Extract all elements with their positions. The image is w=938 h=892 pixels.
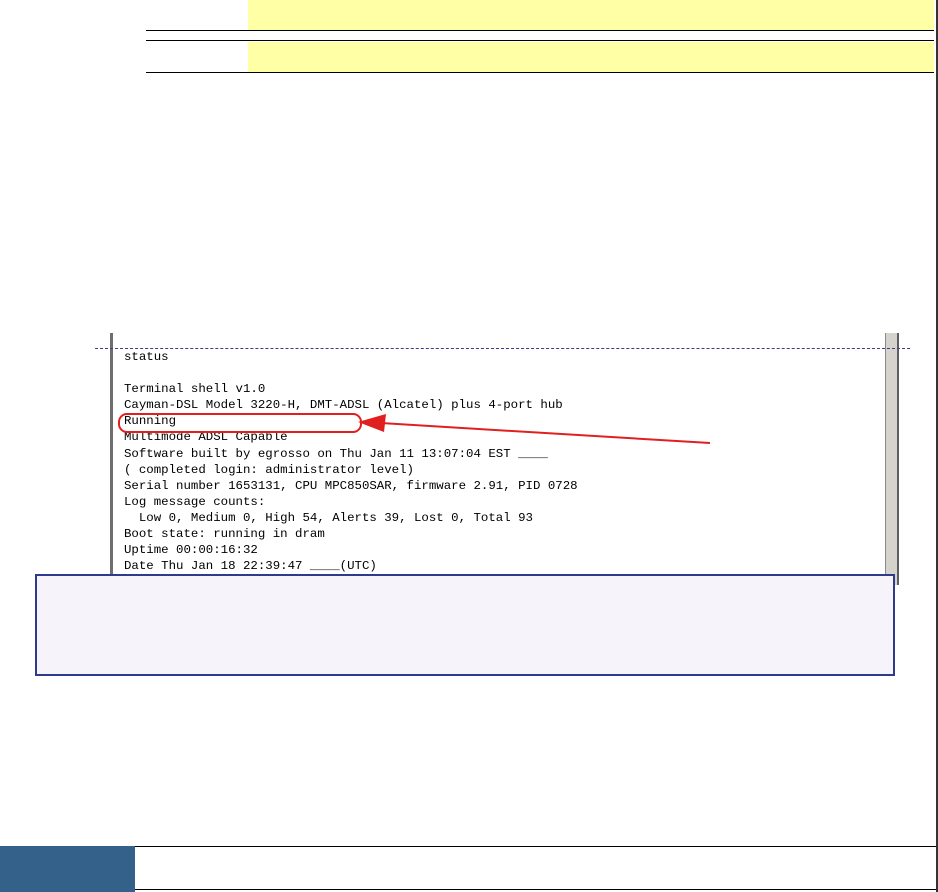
info-box — [35, 574, 895, 676]
terminal-line: Boot state: running in dram — [124, 527, 325, 542]
table-cell-value — [248, 0, 934, 30]
table-row — [146, 0, 934, 30]
table-divider — [146, 30, 934, 31]
top-table — [146, 0, 934, 74]
running-highlight-oval — [118, 413, 362, 433]
terminal-line: Uptime 00:00:16:32 — [124, 543, 258, 558]
terminal-line: Date Thu Jan 18 22:39:47 ____(UTC) — [124, 559, 377, 574]
footer-tab-block — [0, 846, 135, 892]
terminal-line: Log message counts: — [124, 494, 266, 509]
terminal-line: Serial number 1653131, CPU MPC850SAR, fi… — [124, 478, 578, 493]
terminal-scrollbar[interactable] — [885, 333, 899, 585]
table-divider — [146, 40, 934, 41]
footer-rule — [135, 846, 936, 847]
terminal-output: status Terminal shell v1.0 Cayman-DSL Mo… — [124, 349, 874, 574]
terminal-window: status Terminal shell v1.0 Cayman-DSL Mo… — [110, 333, 905, 585]
terminal-line: Low 0, Medium 0, High 54, Alerts 39, Los… — [124, 510, 533, 525]
terminal-line: ( completed login: administrator level) — [124, 462, 414, 477]
terminal-left-border — [110, 333, 113, 585]
table-row — [146, 42, 934, 72]
table-divider — [146, 72, 934, 73]
terminal-line: Terminal shell v1.0 — [124, 382, 266, 397]
footer-rule — [135, 889, 936, 890]
dashed-separator — [95, 348, 910, 349]
table-cell-value — [248, 42, 934, 72]
table-cell-label — [146, 0, 248, 30]
callout-arrow-icon — [358, 414, 711, 444]
table-cell-label — [146, 42, 248, 72]
terminal-line: status — [124, 350, 169, 364]
